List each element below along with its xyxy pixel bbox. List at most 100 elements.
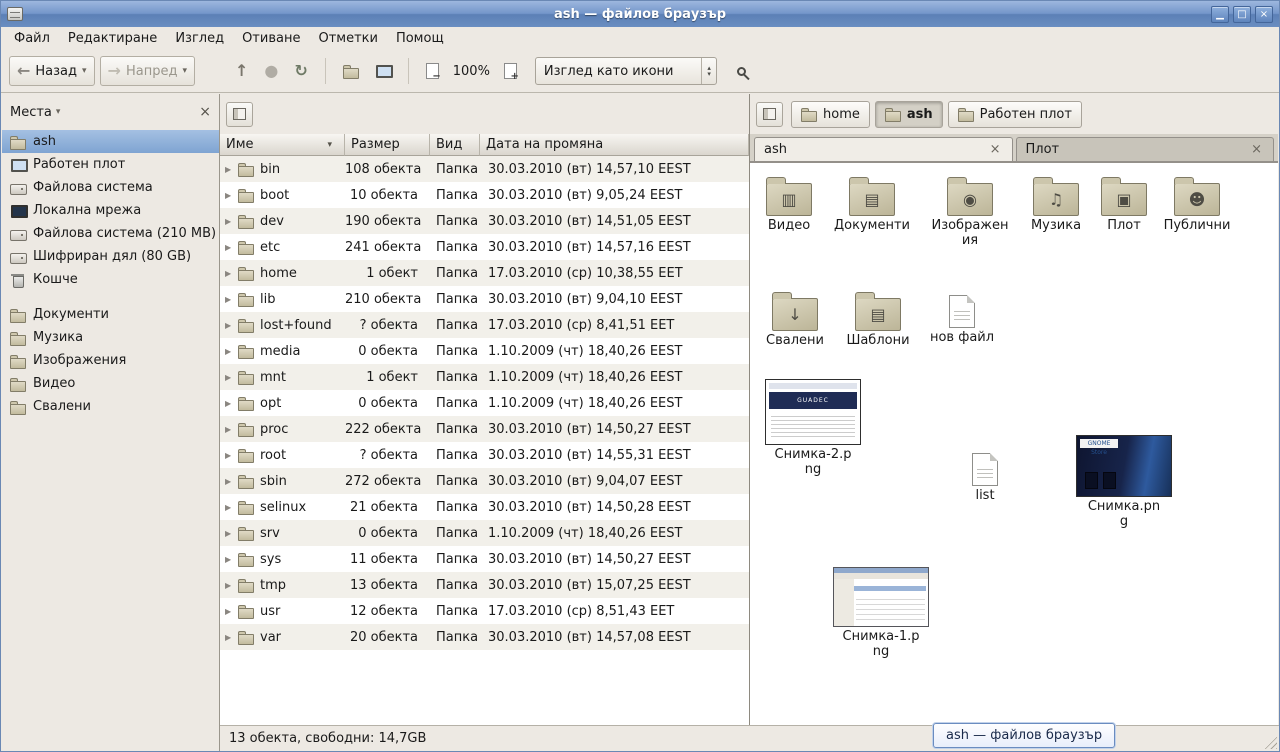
table-row[interactable]: ▶boot10 обектаПапка30.03.2010 (вт) 9,05,… xyxy=(220,182,749,208)
search-button[interactable] xyxy=(729,56,754,86)
expander-icon[interactable]: ▶ xyxy=(225,165,238,174)
close-button[interactable]: × xyxy=(1255,6,1273,23)
path-button[interactable]: home xyxy=(791,101,870,128)
tab-close-icon[interactable]: × xyxy=(1249,142,1264,157)
table-row[interactable]: ▶lib210 обектаПапка30.03.2010 (вт) 9,04,… xyxy=(220,286,749,312)
expander-icon[interactable]: ▶ xyxy=(225,503,238,512)
reload-button[interactable]: ↻ xyxy=(286,56,315,86)
expander-icon[interactable]: ▶ xyxy=(225,373,238,382)
expander-icon[interactable]: ▶ xyxy=(225,607,238,616)
expander-icon[interactable]: ▶ xyxy=(225,633,238,642)
combo-spin-icon[interactable]: ▴▾ xyxy=(701,58,716,84)
table-row[interactable]: ▶opt0 обектаПапка1.10.2009 (чт) 18,40,26… xyxy=(220,390,749,416)
table-row[interactable]: ▶srv0 обектаПапка1.10.2009 (чт) 18,40,26… xyxy=(220,520,749,546)
menu-item[interactable]: Файл xyxy=(5,29,59,48)
icon-item[interactable]: ▤Шаблони xyxy=(836,289,920,349)
icon-item[interactable]: Снимка-1.png xyxy=(831,567,931,660)
sidebar-item[interactable]: Кошче xyxy=(2,268,219,291)
forward-button[interactable]: → Напред ▾ xyxy=(100,56,195,86)
expander-icon[interactable]: ▶ xyxy=(225,217,238,226)
expander-icon[interactable]: ▶ xyxy=(225,321,238,330)
back-button[interactable]: ← Назад ▾ xyxy=(9,56,95,86)
sidebar-item[interactable]: Локална мрежа xyxy=(2,199,219,222)
view-mode-select[interactable]: Изглед като икони ▴▾ xyxy=(535,57,717,85)
icon-item[interactable]: ▥Видео xyxy=(750,174,831,234)
column-header[interactable]: Дата на промяна xyxy=(480,134,749,156)
menu-item[interactable]: Изглед xyxy=(166,29,233,48)
icon-item[interactable]: ↓Свалени xyxy=(753,289,837,349)
path-button[interactable]: ash xyxy=(875,101,943,128)
table-row[interactable]: ▶var20 обектаПапка30.03.2010 (вт) 14,57,… xyxy=(220,624,749,650)
table-row[interactable]: ▶selinux21 обектаПапка30.03.2010 (вт) 14… xyxy=(220,494,749,520)
expander-icon[interactable]: ▶ xyxy=(225,451,238,460)
sidebar-item[interactable]: Файлова система xyxy=(2,176,219,199)
expander-icon[interactable]: ▶ xyxy=(225,243,238,252)
table-row[interactable]: ▶usr12 обектаПапка17.03.2010 (ср) 8,51,4… xyxy=(220,598,749,624)
sidebar-item[interactable]: Свалени xyxy=(2,395,219,418)
sidebar-item[interactable]: Видео xyxy=(2,372,219,395)
table-row[interactable]: ▶media0 обектаПапка1.10.2009 (чт) 18,40,… xyxy=(220,338,749,364)
icon-item[interactable]: ▣Плот xyxy=(1082,174,1166,234)
tab-close-icon[interactable]: × xyxy=(988,142,1003,157)
icon-item[interactable]: ◉Изображения xyxy=(928,174,1012,249)
places-close-icon[interactable]: × xyxy=(199,104,211,120)
menu-item[interactable]: Отметки xyxy=(309,29,386,48)
expander-icon[interactable]: ▶ xyxy=(225,529,238,538)
menu-item[interactable]: Отиване xyxy=(233,29,309,48)
table-row[interactable]: ▶mnt1 обектПапка1.10.2009 (чт) 18,40,26 … xyxy=(220,364,749,390)
places-title[interactable]: Места xyxy=(10,105,52,120)
computer-button[interactable] xyxy=(367,56,399,86)
icon-item[interactable]: GNOME StoreСнимка.png xyxy=(1074,435,1174,530)
table-row[interactable]: ▶lost+found? обектаПапка17.03.2010 (ср) … xyxy=(220,312,749,338)
expander-icon[interactable]: ▶ xyxy=(225,191,238,200)
expander-icon[interactable]: ▶ xyxy=(225,581,238,590)
expander-icon[interactable]: ▶ xyxy=(225,269,238,278)
table-row[interactable]: ▶sys11 обектаПапка30.03.2010 (вт) 14,50,… xyxy=(220,546,749,572)
expander-icon[interactable]: ▶ xyxy=(225,555,238,564)
sidebar-item[interactable]: ash xyxy=(2,130,219,153)
zoom-out-button[interactable]: − xyxy=(418,56,447,86)
table-row[interactable]: ▶sbin272 обектаПапка30.03.2010 (вт) 9,04… xyxy=(220,468,749,494)
table-row[interactable]: ▶bin108 обектаПапка30.03.2010 (вт) 14,57… xyxy=(220,156,749,182)
menu-item[interactable]: Помощ xyxy=(387,29,453,48)
sidebar-item[interactable]: Изображения xyxy=(2,349,219,372)
icon-item[interactable]: нов файл xyxy=(920,289,1004,346)
back-dropdown-icon[interactable]: ▾ xyxy=(82,66,87,76)
stop-button[interactable]: ● xyxy=(256,56,286,86)
tab[interactable]: Плот× xyxy=(1016,137,1275,161)
sidebar-item[interactable]: Музика xyxy=(2,326,219,349)
column-header[interactable]: Размер xyxy=(345,134,430,156)
location-bar-toggle-button[interactable] xyxy=(226,102,253,127)
expander-icon[interactable]: ▶ xyxy=(225,347,238,356)
home-button[interactable] xyxy=(335,56,367,86)
table-row[interactable]: ▶proc222 обектаПапка30.03.2010 (вт) 14,5… xyxy=(220,416,749,442)
icon-item[interactable]: ☻Публични xyxy=(1155,174,1239,234)
menu-item[interactable]: Редактиране xyxy=(59,29,166,48)
expander-icon[interactable]: ▶ xyxy=(225,399,238,408)
table-row[interactable]: ▶dev190 обектаПапка30.03.2010 (вт) 14,51… xyxy=(220,208,749,234)
expander-icon[interactable]: ▶ xyxy=(225,295,238,304)
sidebar-item[interactable]: Шифриран дял (80 GB) xyxy=(2,245,219,268)
expander-icon[interactable]: ▶ xyxy=(225,425,238,434)
up-button[interactable]: ↑ xyxy=(227,56,256,86)
taskbar-window-hint[interactable]: ash — файлов браузър xyxy=(933,723,1115,748)
sidebar-item[interactable]: Файлова система (210 MB) xyxy=(2,222,219,245)
titlebar[interactable]: ash — файлов браузър ▁ □ × xyxy=(1,1,1279,27)
tab[interactable]: ash× xyxy=(754,137,1013,161)
sidebar-item[interactable]: Документи xyxy=(2,303,219,326)
sidebar-item[interactable]: Работен плот xyxy=(2,153,219,176)
expander-icon[interactable]: ▶ xyxy=(225,477,238,486)
table-row[interactable]: ▶etc241 обектаПапка30.03.2010 (вт) 14,57… xyxy=(220,234,749,260)
table-row[interactable]: ▶root? обектаПапка30.03.2010 (вт) 14,55,… xyxy=(220,442,749,468)
table-row[interactable]: ▶home1 обектПапка17.03.2010 (ср) 10,38,5… xyxy=(220,260,749,286)
table-row[interactable]: ▶tmp13 обектаПапка30.03.2010 (вт) 15,07,… xyxy=(220,572,749,598)
column-header[interactable]: Вид xyxy=(430,134,480,156)
places-dropdown-icon[interactable]: ▾ xyxy=(56,107,61,117)
icon-item[interactable]: ▤Документи xyxy=(830,174,914,234)
zoom-in-button[interactable]: + xyxy=(496,56,525,86)
icon-item[interactable]: list xyxy=(943,447,1027,504)
icon-item[interactable]: GUADECСнимка-2.png xyxy=(763,379,863,478)
column-header[interactable]: Име▾ xyxy=(220,134,345,156)
path-button[interactable]: Работен плот xyxy=(948,101,1082,128)
minimize-button[interactable]: ▁ xyxy=(1211,6,1229,23)
